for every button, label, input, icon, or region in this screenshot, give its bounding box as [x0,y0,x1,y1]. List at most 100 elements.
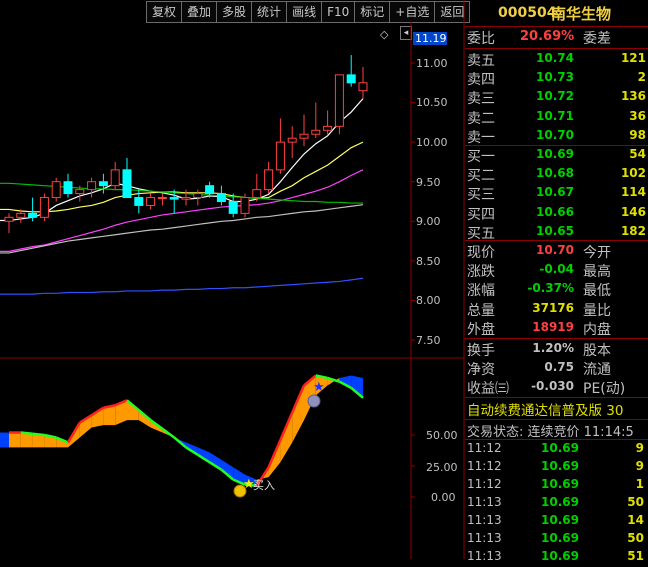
stat-label2: 最低 [583,283,611,300]
indicator-fill [292,385,304,443]
tick-time: 11:13 [467,513,502,527]
stat-row: 涨幅 -0.37% 最低 [465,280,648,299]
ask-price: 10.71 [536,108,574,123]
stat2-label2: PE(动) [583,381,626,398]
bid-row[interactable]: 买三 10.67 114 [465,184,648,203]
ask-row[interactable]: 卖三 10.72 136 [465,88,648,107]
tick-row: 11:13 10.69 14 [465,513,648,531]
tick-volume: 50 [627,495,644,509]
tick-time: 11:13 [467,549,502,563]
stat-value: 10.70 [536,243,574,257]
stat-label2: 量比 [583,302,611,319]
candle-body [358,82,368,92]
candle-body [216,193,226,202]
tick-time: 11:12 [467,441,502,455]
candle-body [299,133,309,139]
candle-body [122,169,132,199]
stat-value: 18919 [532,319,574,334]
kline-chart[interactable]: ★★ [0,0,465,559]
stat2-value: 1.20% [532,341,574,355]
candle-body [193,193,203,199]
ask-row[interactable]: 卖一 10.70 98 [465,127,648,146]
stat-label2: 内盘 [583,321,611,338]
ask-volume: 2 [637,70,646,85]
price-tick-label: 9.50 [416,176,441,189]
stat-value: 37176 [532,300,574,315]
ask-volume: 36 [629,108,646,123]
tick-price: 10.69 [541,513,579,527]
bid-price: 10.69 [536,147,574,161]
candle-body [181,197,191,200]
tick-price: 10.69 [541,477,579,491]
price-tick-label: 7.50 [416,334,441,347]
ask-label: 卖一 [467,129,495,146]
candle-body [287,137,297,143]
news-ticker[interactable]: 自动续费通达信普及版 30 [467,399,648,419]
bid-row[interactable]: 买五 10.65 182 [465,223,648,242]
bid-label: 买三 [467,187,495,204]
stat-value: -0.37% [527,281,574,296]
stock-code: 000504 [498,5,557,21]
candle-body [252,189,262,199]
stat2-label: 净资 [467,362,495,379]
stat2-value: 0.75 [544,360,574,375]
ask-price: 10.74 [536,51,574,65]
candle-body [334,74,344,127]
bid-price: 10.65 [536,223,574,238]
price-tick-label: 10.00 [416,136,448,149]
candle-body [264,169,274,191]
candle-body [169,197,179,200]
bid-row[interactable]: 买四 10.66 146 [465,204,648,223]
tick-row: 11:13 10.69 50 [465,495,648,513]
stat-value: -0.04 [539,262,574,277]
tick-row: 11:12 10.69 9 [465,459,648,477]
ask-price: 10.72 [536,89,574,104]
stat-label2: 今开 [583,245,611,261]
tick-price: 10.69 [541,531,579,545]
candle-body [98,181,108,187]
indicator-fill [0,432,9,448]
tick-volume: 51 [627,549,644,563]
candle-body [28,212,38,218]
bid-row[interactable]: 买二 10.68 102 [465,165,648,184]
trade-status: 交易状态: 连续竞价 11:14:5 [467,425,634,440]
stat2-row: 换手 1.20% 股本 [465,340,648,359]
candle-body [346,74,356,84]
bid-row[interactable]: 买一 10.69 54 [465,146,648,165]
bid-volume: 114 [620,185,646,200]
bid-label: 买四 [467,206,495,223]
bid-price: 10.68 [536,166,574,181]
candle-body [323,125,333,131]
tick-price: 10.69 [541,495,579,509]
ask-row[interactable]: 卖四 10.73 2 [465,69,648,88]
weibi-row: 委比 20.69% 委差 [465,28,648,47]
price-tick-label: 8.00 [416,294,441,307]
stat-row: 总量 37176 量比 [465,300,648,319]
candle-body [205,185,215,195]
ask-volume: 121 [620,51,646,65]
candle-body [228,201,238,214]
ask-row[interactable]: 卖二 10.71 36 [465,108,648,127]
bid-price: 10.66 [536,204,574,219]
indicator-fast-line [20,431,33,436]
stat2-label: 换手 [467,343,495,359]
stat-label: 涨幅 [467,283,495,300]
ask-label: 卖五 [467,53,495,69]
ask-volume: 136 [620,89,646,104]
stat-row: 涨跌 -0.04 最高 [465,261,648,280]
candle-body [134,197,144,206]
candle-body [157,197,167,200]
ask-row[interactable]: 卖五 10.74 121 [465,50,648,69]
stat2-label2: 流通 [583,362,611,379]
stock-name: 南华生物 [551,5,612,23]
bid-volume: 102 [620,166,646,181]
candle-body [275,141,285,171]
stat-label: 外盘 [467,321,495,338]
tick-time: 11:13 [467,495,502,509]
tick-time: 11:12 [467,459,502,473]
ma120-line [0,277,364,295]
quote-panel: 000504 南华生物 委比 20.69% 委差 卖五 10.74 121 卖四 10.… [465,0,648,563]
tick-price: 10.69 [541,549,579,563]
price-tick-label: 9.00 [416,215,441,228]
candle-body [63,181,73,195]
